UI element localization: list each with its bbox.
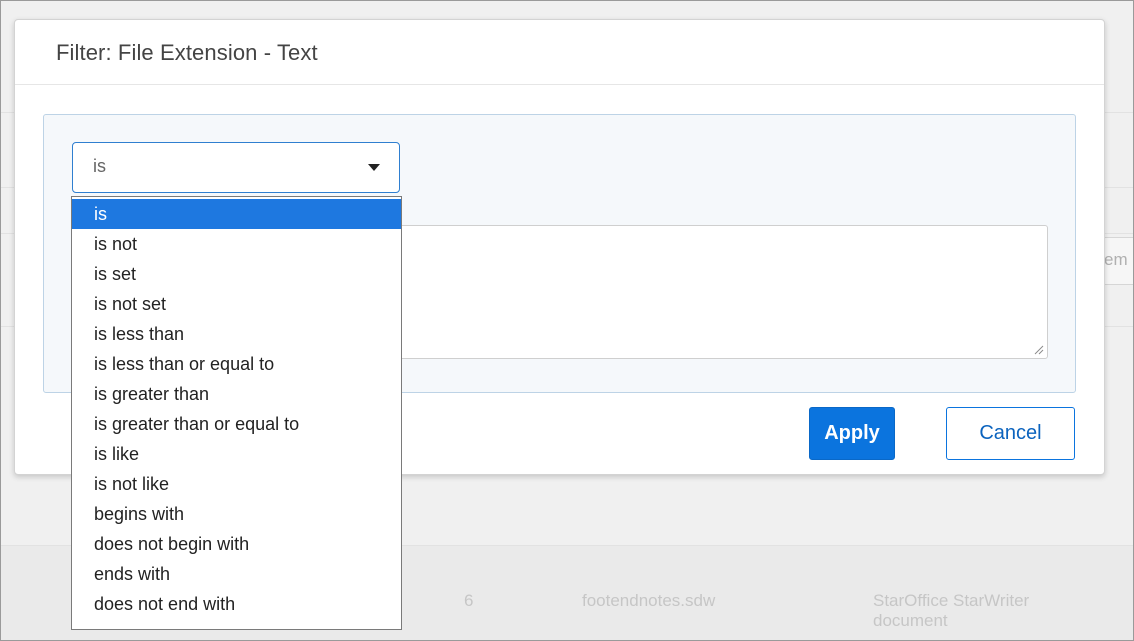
- dropdown-option[interactable]: is not set: [72, 289, 401, 319]
- background-row-number: 6: [464, 591, 474, 610]
- dropdown-option[interactable]: ends with: [72, 559, 401, 589]
- dropdown-option[interactable]: is greater than: [72, 379, 401, 409]
- dropdown-option[interactable]: is set: [72, 259, 401, 289]
- modal-header: Filter: File Extension - Text: [15, 20, 1104, 85]
- operator-select[interactable]: is: [72, 142, 400, 193]
- dropdown-option[interactable]: is less than or equal to: [72, 349, 401, 379]
- dropdown-option[interactable]: begins with: [72, 499, 401, 529]
- background-row-filename: footendnotes.sdw: [582, 591, 716, 610]
- dropdown-option[interactable]: is greater than or equal to: [72, 409, 401, 439]
- dropdown-option[interactable]: does not end with: [72, 589, 401, 619]
- operator-dropdown-list: is is not is set is not set is less than is l…: [71, 196, 402, 630]
- modal-title: Filter: File Extension - Text: [56, 40, 318, 65]
- operator-select-value: is: [93, 156, 106, 176]
- dropdown-option[interactable]: does not begin with: [72, 529, 401, 559]
- background-partial-input-text: em: [1104, 250, 1128, 269]
- dropdown-option[interactable]: is like: [72, 439, 401, 469]
- dropdown-option[interactable]: is less than: [72, 319, 401, 349]
- background-row-type: StarOffice StarWriter: [873, 591, 1030, 610]
- apply-button[interactable]: Apply: [809, 407, 895, 460]
- background-row-type-cont: document: [873, 611, 948, 630]
- cancel-button[interactable]: Cancel: [946, 407, 1075, 460]
- dropdown-option[interactable]: is not like: [72, 469, 401, 499]
- dropdown-option[interactable]: is not: [72, 229, 401, 259]
- caret-down-icon: [368, 164, 380, 171]
- dropdown-option[interactable]: is: [72, 199, 401, 229]
- resize-grip-icon[interactable]: [1034, 345, 1044, 355]
